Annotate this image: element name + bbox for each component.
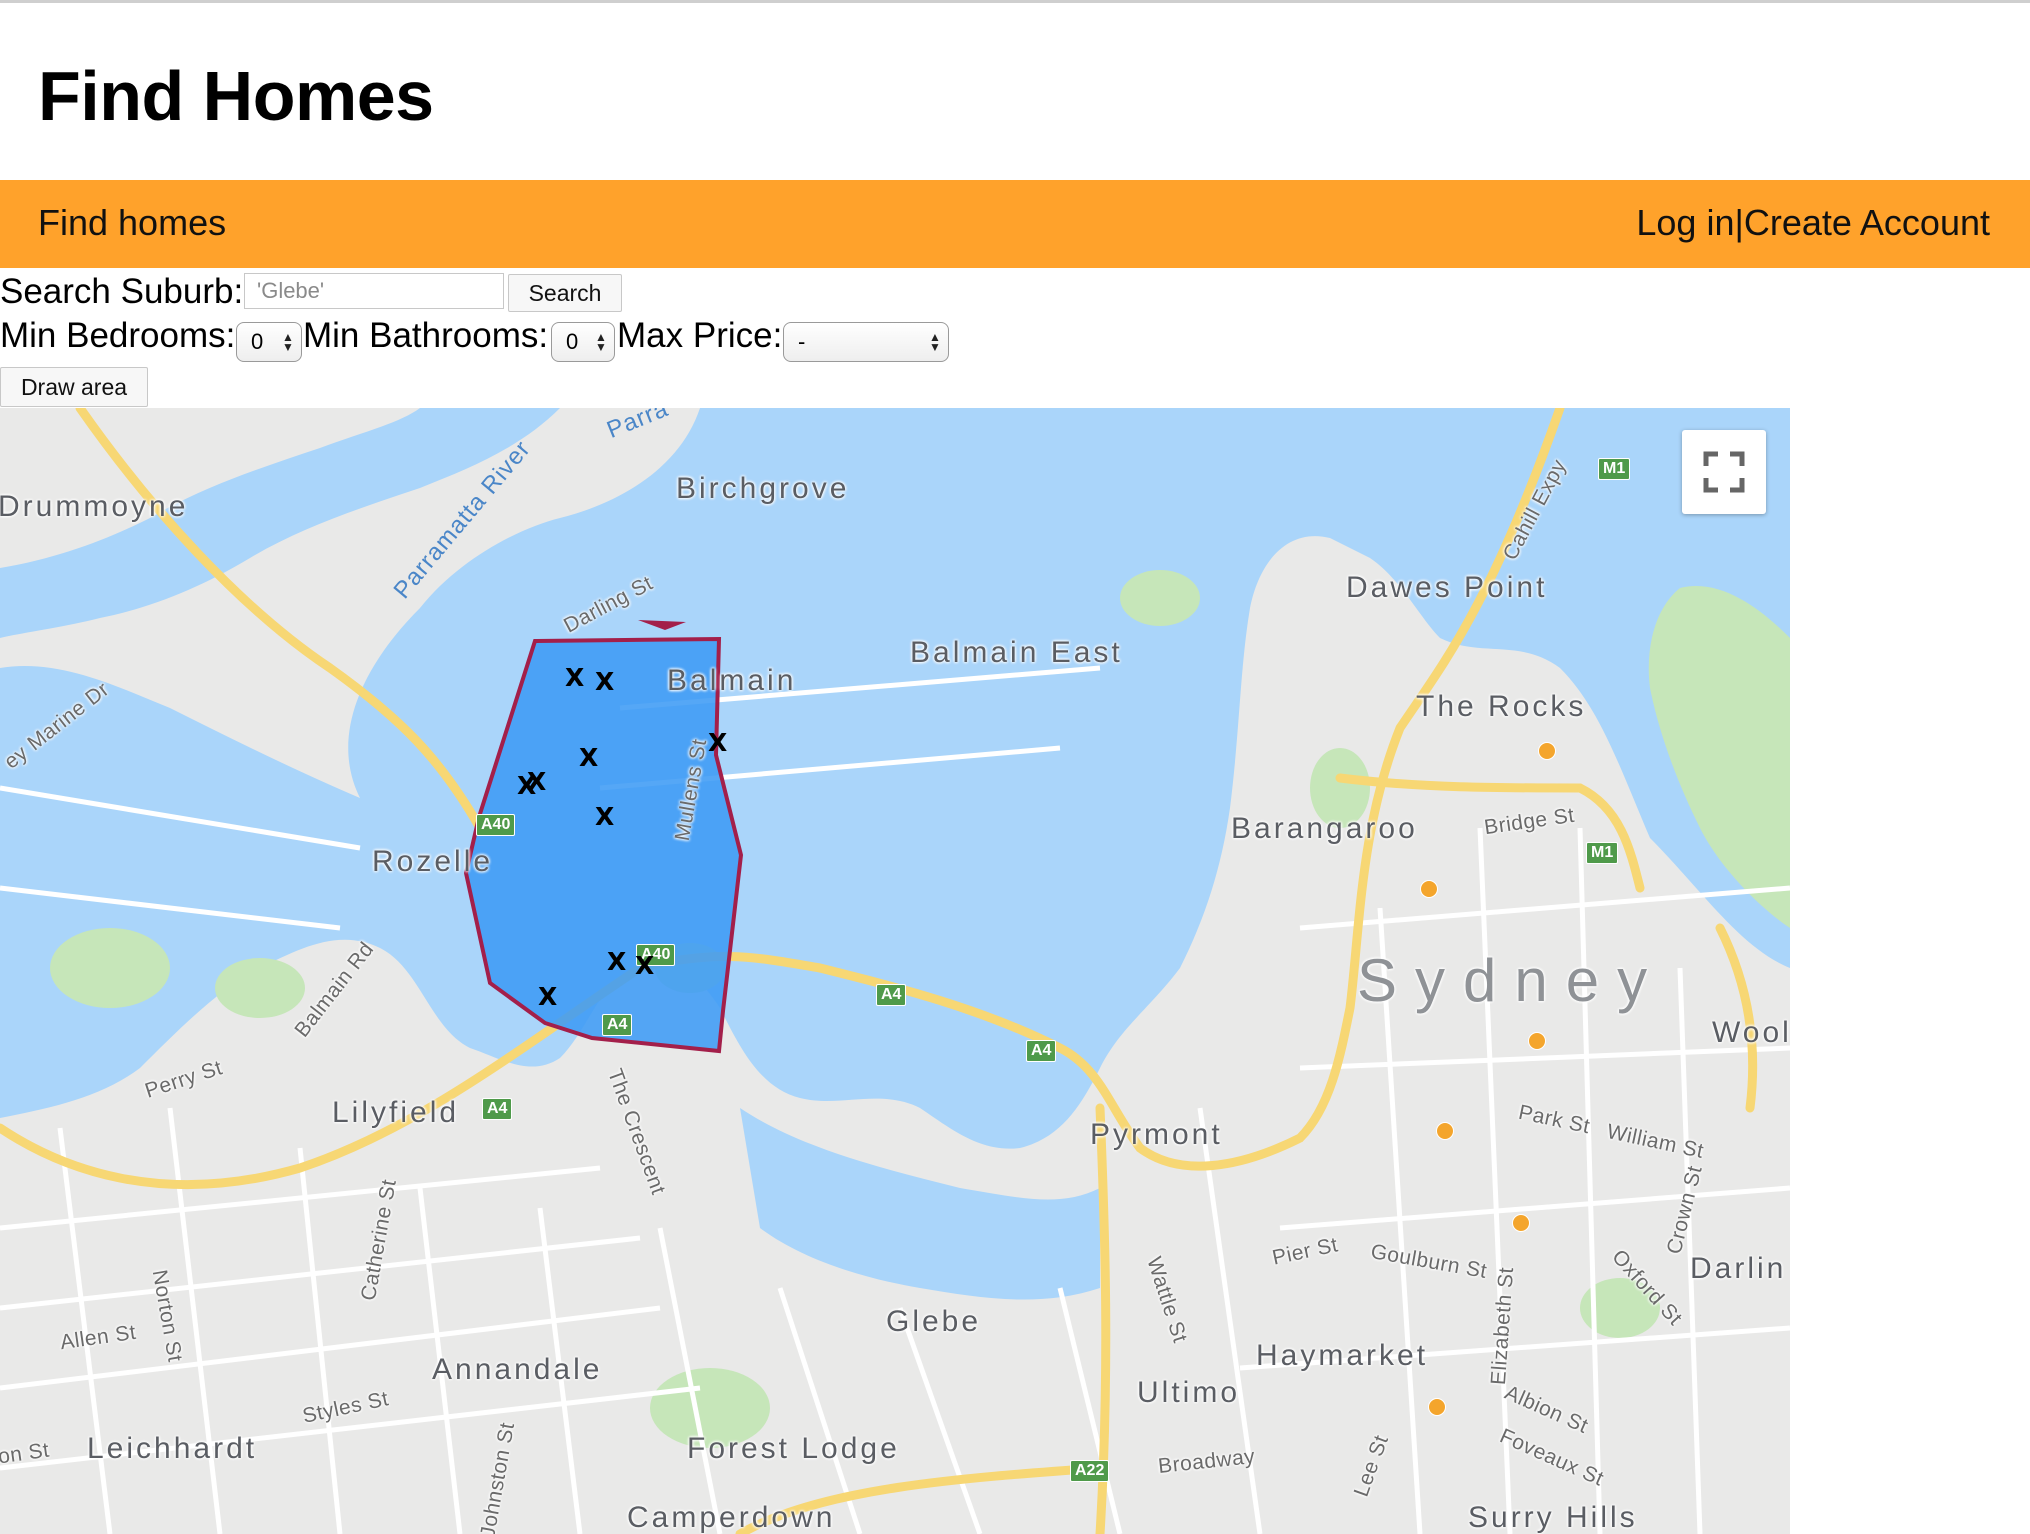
max-price-label: Max Price:: [617, 316, 783, 355]
listing-marker[interactable]: X: [595, 804, 614, 829]
min-bedrooms-select[interactable]: 0 ▲ ▼: [236, 322, 302, 362]
road-shield-a4: A4: [482, 1098, 513, 1120]
map-label-balmain-east: Balmain East: [910, 636, 1123, 669]
map-label-annandale: Annandale: [432, 1353, 603, 1386]
park-area: [1120, 570, 1200, 626]
map-view[interactable]: Drummoyne Birchgrove Balmain Balmain Eas…: [0, 408, 1790, 1534]
road-shield-a40: A40: [476, 814, 516, 836]
road-shield-m1: M1: [1598, 458, 1631, 480]
page-title: Find Homes: [38, 57, 434, 135]
map-label-lilyfield: Lilyfield: [332, 1096, 460, 1129]
map-label-wool: Wool: [1712, 1016, 1790, 1049]
map-label-haymarket: Haymarket: [1256, 1339, 1429, 1372]
listing-marker[interactable]: X: [595, 669, 614, 694]
filter-row: Min Bedrooms: 0 ▲ ▼ Min Bathrooms: 0 ▲ ▼ M…: [0, 314, 1000, 364]
min-bathrooms-select[interactable]: 0 ▲ ▼: [551, 322, 615, 362]
top-border: [0, 0, 2030, 3]
map-label-rozelle: Rozelle: [372, 845, 494, 878]
listing-marker[interactable]: X: [708, 730, 727, 755]
select-arrows-icon: ▲ ▼: [929, 330, 941, 354]
nav-separator: |: [1734, 202, 1744, 243]
train-station-icon[interactable]: [1538, 742, 1556, 760]
select-arrows-icon: ▲ ▼: [595, 330, 607, 354]
max-price-select[interactable]: - ▲ ▼: [783, 322, 949, 362]
search-suburb-input[interactable]: [244, 273, 504, 309]
listing-marker[interactable]: X: [527, 769, 546, 794]
park-area: [50, 928, 170, 1008]
map-label-drummoyne: Drummoyne: [0, 490, 189, 523]
train-station-icon[interactable]: [1428, 1398, 1446, 1416]
search-button[interactable]: Search: [508, 274, 622, 312]
park-area: [215, 958, 305, 1018]
nav-account-links: Log in|Create Account: [1636, 180, 1990, 266]
map-label-forest-lodge: Forest Lodge: [687, 1432, 900, 1465]
nav-login-link[interactable]: Log in: [1636, 202, 1734, 243]
min-bedrooms-value: 0: [251, 329, 264, 354]
road-shield-a22: A22: [1070, 1460, 1110, 1482]
min-bathrooms-label: Min Bathrooms:: [303, 316, 549, 355]
map-label-darlin: Darlin: [1690, 1252, 1787, 1285]
map-label-dawes-point: Dawes Point: [1346, 571, 1548, 604]
train-station-icon[interactable]: [1528, 1032, 1546, 1050]
draw-area-button[interactable]: Draw area: [0, 367, 148, 407]
road-shield-a4: A4: [876, 984, 907, 1006]
listing-marker[interactable]: X: [579, 745, 598, 770]
max-price-value: -: [798, 329, 806, 354]
map-label-ultimo: Ultimo: [1137, 1376, 1241, 1409]
listing-marker[interactable]: X: [565, 665, 584, 690]
search-row: Search Suburb: Search: [0, 270, 700, 314]
fullscreen-button[interactable]: [1682, 430, 1766, 514]
road-shield-m1: M1: [1586, 842, 1619, 864]
nav-create-account-link[interactable]: Create Account: [1744, 202, 1990, 243]
road-shield-a4: A4: [1026, 1040, 1057, 1062]
listing-marker[interactable]: X: [635, 953, 654, 978]
road-shield-a4: A4: [602, 1014, 633, 1036]
train-station-icon[interactable]: [1420, 880, 1438, 898]
map-label-leichhardt: Leichhardt: [87, 1432, 258, 1465]
map-label-birchgrove: Birchgrove: [676, 472, 850, 505]
map-label-sydney: Sydney: [1357, 947, 1666, 1014]
map-label-surry-hills: Surry Hills: [1468, 1501, 1638, 1534]
fullscreen-icon: [1703, 451, 1745, 493]
train-station-icon[interactable]: [1512, 1214, 1530, 1232]
listing-marker[interactable]: X: [538, 984, 557, 1009]
map-label-the-rocks: The Rocks: [1416, 690, 1587, 723]
min-bedrooms-label: Min Bedrooms:: [0, 316, 236, 355]
map-label-pyrmont: Pyrmont: [1090, 1118, 1223, 1151]
search-suburb-label: Search Suburb:: [0, 272, 244, 311]
min-bathrooms-value: 0: [566, 329, 579, 354]
map-label-glebe: Glebe: [886, 1305, 982, 1338]
map-label-barangaroo: Barangaroo: [1231, 812, 1418, 845]
listing-marker[interactable]: X: [607, 949, 626, 974]
select-arrows-icon: ▲ ▼: [282, 330, 294, 354]
map-label-camperdown: Camperdown: [627, 1501, 836, 1534]
nav-find-homes-link[interactable]: Find homes: [38, 180, 226, 266]
nav-bar: Find homes Log in|Create Account: [0, 180, 2030, 268]
train-station-icon[interactable]: [1436, 1122, 1454, 1140]
map-label-balmain: Balmain: [667, 664, 797, 697]
